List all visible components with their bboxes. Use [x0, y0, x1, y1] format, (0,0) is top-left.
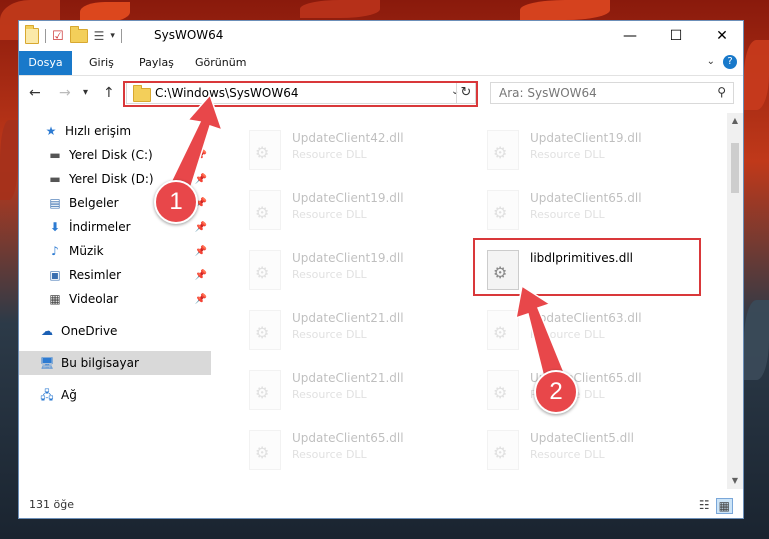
annotation-arrows — [166, 93, 566, 379]
arrow-to-file — [515, 284, 566, 379]
step-1-badge: 1 — [154, 180, 198, 224]
step-2-badge: 2 — [534, 370, 578, 414]
